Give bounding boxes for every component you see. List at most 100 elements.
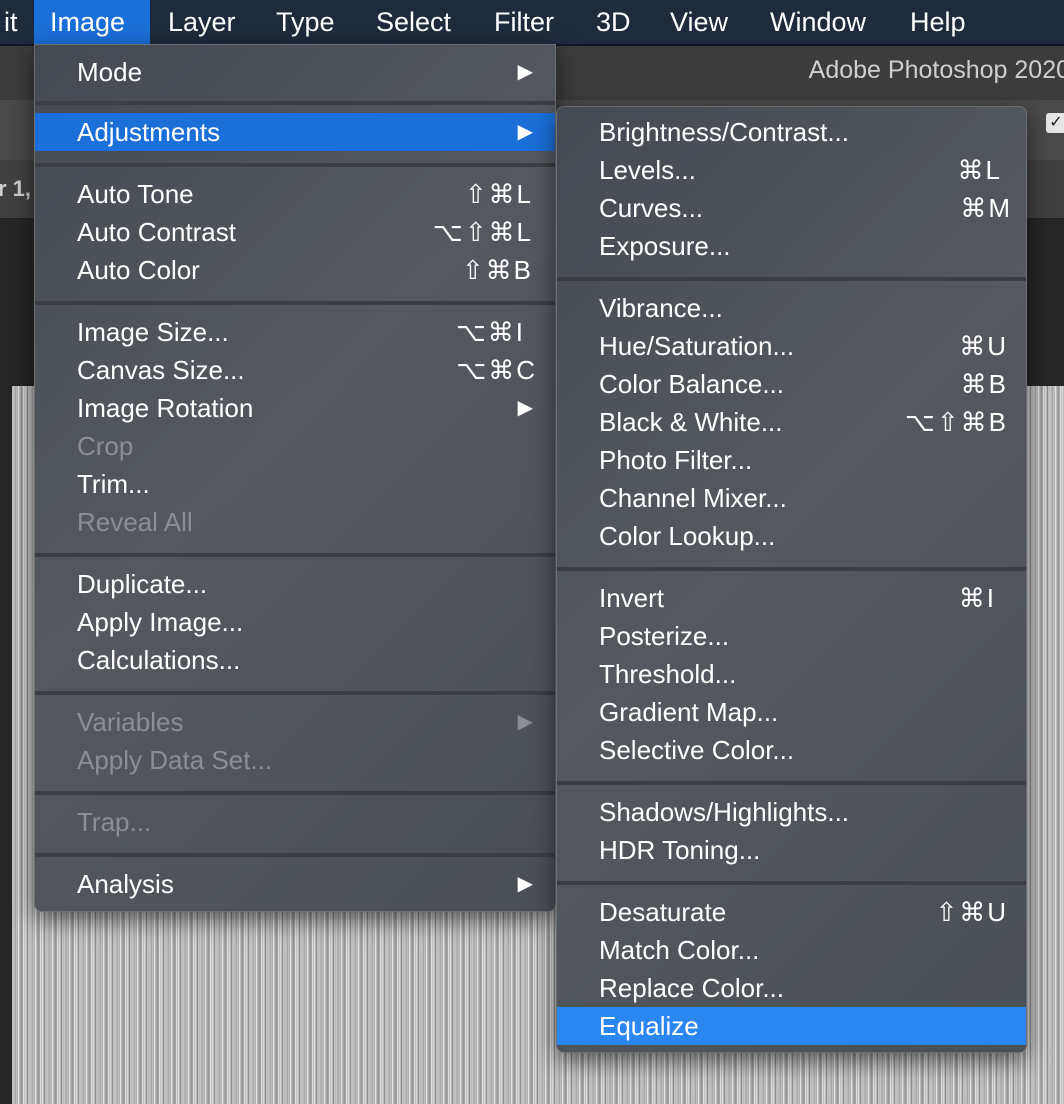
- menu-item-label: Mode: [77, 57, 143, 87]
- menu-item-adjustments[interactable]: Adjustments ▶: [35, 113, 555, 151]
- menu-separator: [557, 881, 1026, 885]
- menu-item-label: Auto Color: [77, 255, 200, 285]
- menu-item-label: Invert: [599, 583, 665, 613]
- menu-item-invert[interactable]: Invert ⌘I: [557, 579, 1026, 617]
- menu-item-shortcut: ⇧⌘U: [935, 897, 1008, 927]
- menu-item-reveal-all: Reveal All: [35, 503, 555, 541]
- menu-item-label: Image Size...: [77, 317, 229, 347]
- menu-item-auto-color[interactable]: Auto Color ⇧⌘B: [35, 251, 555, 289]
- menu-view[interactable]: View: [654, 0, 744, 44]
- menu-separator: [35, 791, 555, 795]
- menu-filter[interactable]: Filter: [478, 0, 570, 44]
- app-title: Adobe Photoshop 2020: [808, 56, 1064, 84]
- menu-item-apply-data-set: Apply Data Set...: [35, 741, 555, 779]
- menu-item-duplicate[interactable]: Duplicate...: [35, 565, 555, 603]
- menu-item-label: Apply Image...: [77, 607, 244, 637]
- menu-window[interactable]: Window: [754, 0, 882, 44]
- menu-item-label: Analysis: [77, 869, 174, 899]
- menu-item-label: Posterize...: [599, 621, 730, 651]
- menu-item-image-rotation[interactable]: Image Rotation ▶: [35, 389, 555, 427]
- menu-item-label: Trap...: [77, 807, 152, 837]
- menu-item-label: Apply Data Set...: [77, 745, 273, 775]
- menu-item-label: Black & White...: [599, 407, 783, 437]
- menu-item-trap: Trap...: [35, 803, 555, 841]
- menu-separator: [35, 163, 555, 167]
- menu-item-image-size[interactable]: Image Size... ⌥⌘I: [35, 313, 555, 351]
- menu-item-label: Trim...: [77, 469, 150, 499]
- menu-item-label: Reveal All: [77, 507, 193, 537]
- menu-item-mode[interactable]: Mode ▶: [35, 53, 555, 91]
- checkbox-checked-icon[interactable]: ✓: [1046, 113, 1064, 133]
- menu-bar: it Image Layer Type Select Filter 3D Vie…: [0, 0, 1064, 46]
- menu-select[interactable]: Select: [360, 0, 467, 44]
- menu-item-black-white[interactable]: Black & White... ⌥⇧⌘B: [557, 403, 1026, 441]
- menu-item-shortcut: ⌥⇧⌘B: [904, 407, 1008, 437]
- menu-layer[interactable]: Layer: [152, 0, 252, 44]
- menu-item-replace-color[interactable]: Replace Color...: [557, 969, 1026, 1007]
- menu-item-match-color[interactable]: Match Color...: [557, 931, 1026, 969]
- menu-separator: [557, 277, 1026, 281]
- menu-item-label: Crop: [77, 431, 134, 461]
- menu-item-shortcut: ⌥⇧⌘L: [432, 217, 533, 247]
- menu-item-label: Selective Color...: [599, 735, 795, 765]
- menu-item-threshold[interactable]: Threshold...: [557, 655, 1026, 693]
- menu-item-levels[interactable]: Levels... ⌘L: [557, 151, 1026, 189]
- menu-item-label: Shadows/Highlights...: [599, 797, 850, 827]
- menu-item-calculations[interactable]: Calculations...: [35, 641, 555, 679]
- menu-separator: [557, 567, 1026, 571]
- menu-item-shortcut: ⇧⌘B: [461, 255, 533, 285]
- triangle-right-icon: ▶: [517, 397, 533, 419]
- menu-item-label: Desaturate: [599, 897, 727, 927]
- menu-item-shortcut: ⌘I: [958, 583, 996, 613]
- menu-item-selective-color[interactable]: Selective Color...: [557, 731, 1026, 769]
- menu-item-color-balance[interactable]: Color Balance... ⌘B: [557, 365, 1026, 403]
- menu-item-label: Photo Filter...: [599, 445, 753, 475]
- menu-item-hdr-toning[interactable]: HDR Toning...: [557, 831, 1026, 869]
- menu-separator: [35, 101, 555, 105]
- menu-item-gradient-map[interactable]: Gradient Map...: [557, 693, 1026, 731]
- menu-item-apply-image[interactable]: Apply Image...: [35, 603, 555, 641]
- menu-item-label: Auto Contrast: [77, 217, 236, 247]
- menu-item-label: Levels...: [599, 155, 696, 185]
- menu-edit[interactable]: it: [0, 0, 34, 44]
- document-tab-label[interactable]: r 1,: [0, 176, 31, 202]
- menu-item-brightness-contrast[interactable]: Brightness/Contrast...: [557, 113, 1026, 151]
- menu-3d[interactable]: 3D: [580, 0, 647, 44]
- menu-item-channel-mixer[interactable]: Channel Mixer...: [557, 479, 1026, 517]
- menu-item-auto-tone[interactable]: Auto Tone ⇧⌘L: [35, 175, 555, 213]
- menu-item-label: Brightness/Contrast...: [599, 117, 849, 147]
- menu-separator: [35, 553, 555, 557]
- menu-item-exposure[interactable]: Exposure...: [557, 227, 1026, 265]
- menu-item-label: Adjustments: [77, 117, 221, 147]
- menu-help[interactable]: Help: [894, 0, 982, 44]
- menu-item-hue-saturation[interactable]: Hue/Saturation... ⌘U: [557, 327, 1026, 365]
- menu-item-shortcut: ⌘B: [960, 369, 1008, 399]
- menu-item-posterize[interactable]: Posterize...: [557, 617, 1026, 655]
- menu-item-canvas-size[interactable]: Canvas Size... ⌥⌘C: [35, 351, 555, 389]
- triangle-right-icon: ▶: [517, 121, 533, 143]
- triangle-right-icon: ▶: [517, 61, 533, 83]
- menu-item-label: Vibrance...: [599, 293, 723, 323]
- menu-item-auto-contrast[interactable]: Auto Contrast ⌥⇧⌘L: [35, 213, 555, 251]
- menu-item-analysis[interactable]: Analysis ▶: [35, 865, 555, 903]
- menu-item-label: Equalize: [599, 1011, 699, 1041]
- menu-item-curves[interactable]: Curves... ⌘M: [557, 189, 1026, 227]
- menu-item-shortcut: ⌘M: [960, 193, 1012, 223]
- menu-item-equalize[interactable]: Equalize: [557, 1007, 1026, 1045]
- menu-item-label: Auto Tone: [77, 179, 194, 209]
- menu-item-label: Exposure...: [599, 231, 731, 261]
- menu-item-trim[interactable]: Trim...: [35, 465, 555, 503]
- menu-item-variables: Variables ▶: [35, 703, 555, 741]
- menu-item-label: Duplicate...: [77, 569, 208, 599]
- image-menu: Mode ▶ Adjustments ▶ Auto Tone ⇧⌘L Auto …: [34, 44, 556, 912]
- menu-type[interactable]: Type: [260, 0, 351, 44]
- menu-item-shortcut: ⌘U: [959, 331, 1008, 361]
- menu-image[interactable]: Image: [34, 0, 150, 44]
- menu-item-color-lookup[interactable]: Color Lookup...: [557, 517, 1026, 555]
- menu-item-shadows-highlights[interactable]: Shadows/Highlights...: [557, 793, 1026, 831]
- menu-item-desaturate[interactable]: Desaturate ⇧⌘U: [557, 893, 1026, 931]
- menu-item-label: Curves...: [599, 193, 704, 223]
- menu-item-photo-filter[interactable]: Photo Filter...: [557, 441, 1026, 479]
- menu-item-vibrance[interactable]: Vibrance...: [557, 289, 1026, 327]
- menu-item-label: Channel Mixer...: [599, 483, 787, 513]
